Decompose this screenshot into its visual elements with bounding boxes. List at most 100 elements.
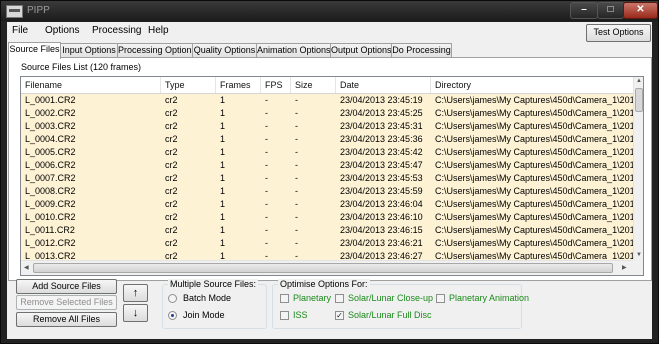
horizontal-scrollbar[interactable]: ◀ ▶ (21, 260, 633, 275)
cell-size: - (295, 225, 298, 235)
solar-lunar-full-disc-label[interactable]: Solar/Lunar Full Disc (348, 310, 432, 320)
close-button[interactable]: ✕ (623, 2, 658, 19)
cell-directory: C:\Users\james\My Captures\450d\Camera_1… (435, 212, 633, 222)
title-bar[interactable]: PIPP – □ ✕ (1, 1, 658, 21)
column-header-directory[interactable]: Directory (431, 77, 633, 93)
cell-filename: L_0007.CR2 (25, 173, 76, 183)
table-row[interactable]: L_0013.CR2 cr2 1 - - 23/04/2013 23:46:27 C:\Us… (21, 250, 633, 260)
optimise-options-group: Optimise Options For: Planetary Solar/Lu… (272, 279, 529, 329)
scroll-left-arrow-icon[interactable]: ◀ (24, 264, 29, 271)
cell-type: cr2 (165, 186, 178, 196)
vertical-scrollbar[interactable]: ▲ ▼ (633, 77, 643, 260)
solar-lunar-close-up-label[interactable]: Solar/Lunar Close-up (348, 293, 433, 303)
join-mode-label[interactable]: Join Mode (183, 310, 225, 320)
cell-date: 23/04/2013 23:45:36 (340, 134, 423, 144)
column-header-type[interactable]: Type (161, 77, 216, 93)
table-row[interactable]: L_0006.CR2 cr2 1 - - 23/04/2013 23:45:47 C:\Us… (21, 159, 633, 172)
add-source-files-button[interactable]: Add Source Files (16, 279, 117, 294)
cell-directory: C:\Users\james\My Captures\450d\Camera_1… (435, 121, 633, 131)
tab-processing-options[interactable]: Processing Options (117, 43, 196, 58)
cell-type: cr2 (165, 160, 178, 170)
solar-lunar-full-disc-checkbox[interactable]: ✓ (335, 311, 344, 320)
minimize-button[interactable]: – (570, 2, 598, 19)
cell-directory: C:\Users\james\My Captures\450d\Camera_1… (435, 238, 633, 248)
cell-directory: C:\Users\james\My Captures\450d\Camera_1… (435, 108, 633, 118)
planetary-checkbox[interactable] (280, 294, 289, 303)
source-files-panel: Source Files List (120 frames) Filename … (8, 57, 652, 281)
menu-options[interactable]: Options (45, 25, 79, 36)
column-header-date[interactable]: Date (336, 77, 431, 93)
iss-label[interactable]: ISS (293, 310, 308, 320)
cell-date: 23/04/2013 23:45:42 (340, 147, 423, 157)
tab-do-processing[interactable]: Do Processing (391, 43, 452, 58)
cell-fps: - (265, 186, 268, 196)
cell-frames: 1 (220, 160, 226, 170)
cell-filename: L_0008.CR2 (25, 186, 76, 196)
cell-type: cr2 (165, 251, 178, 260)
column-header-filename[interactable]: Filename (21, 77, 161, 93)
cell-fps: - (265, 95, 268, 105)
test-options-button[interactable]: Test Options (586, 24, 651, 42)
table-row[interactable]: L_0005.CR2 cr2 1 - - 23/04/2013 23:45:42 C:\Us… (21, 146, 633, 159)
solar-lunar-close-up-checkbox[interactable] (335, 294, 344, 303)
table-row[interactable]: L_0008.CR2 cr2 1 - - 23/04/2013 23:45:59 C:\Us… (21, 185, 633, 198)
cell-frames: 1 (220, 225, 226, 235)
cell-date: 23/04/2013 23:45:31 (340, 121, 423, 131)
column-header-fps[interactable]: FPS (261, 77, 291, 93)
table-row[interactable]: L_0012.CR2 cr2 1 - - 23/04/2013 23:46:21 C:\Us… (21, 237, 633, 250)
cell-type: cr2 (165, 238, 178, 248)
menu-processing[interactable]: Processing (92, 25, 141, 36)
batch-mode-radio[interactable] (168, 294, 177, 303)
column-header-frames[interactable]: Frames (216, 77, 261, 93)
tab-source-files[interactable]: Source Files (8, 42, 61, 59)
cell-fps: - (265, 238, 268, 248)
table-row[interactable]: L_0002.CR2 cr2 1 - - 23/04/2013 23:45:25 C:\Us… (21, 107, 633, 120)
menu-file[interactable]: File (12, 25, 28, 36)
column-header-size[interactable]: Size (291, 77, 336, 93)
table-row[interactable]: L_0004.CR2 cr2 1 - - 23/04/2013 23:45:36 C:\Us… (21, 133, 633, 146)
table-row[interactable]: L_0010.CR2 cr2 1 - - 23/04/2013 23:46:10 C:\Us… (21, 211, 633, 224)
menu-help[interactable]: Help (148, 25, 169, 36)
scroll-up-arrow-icon[interactable]: ▲ (636, 78, 642, 84)
table-row[interactable]: L_0011.CR2 cr2 1 - - 23/04/2013 23:46:15 C:\Us… (21, 224, 633, 237)
planetary-animation-label[interactable]: Planetary Animation (449, 293, 529, 303)
move-up-button[interactable]: ↑ (123, 284, 148, 302)
check-mark-icon: ✓ (336, 311, 343, 320)
cell-size: - (295, 134, 298, 144)
source-files-list[interactable]: Filename Type Frames FPS Size Date Direc… (20, 76, 644, 276)
move-down-button[interactable]: ↓ (123, 304, 148, 322)
table-row[interactable]: L_0001.CR2 cr2 1 - - 23/04/2013 23:45:19 C:\Us… (21, 94, 633, 107)
cell-directory: C:\Users\james\My Captures\450d\Camera_1… (435, 251, 633, 260)
iss-checkbox[interactable] (280, 311, 289, 320)
tab-output-options[interactable]: Output Options (330, 43, 392, 58)
multiple-source-files-group: Multiple Source Files: Batch Mode Join M… (162, 279, 267, 329)
cell-directory: C:\Users\james\My Captures\450d\Camera_1… (435, 199, 633, 209)
remove-selected-files-button[interactable]: Remove Selected Files (16, 295, 117, 310)
vertical-scroll-thumb[interactable] (635, 88, 643, 112)
cell-date: 23/04/2013 23:45:47 (340, 160, 423, 170)
table-row[interactable]: L_0007.CR2 cr2 1 - - 23/04/2013 23:45:53 C:\Us… (21, 172, 633, 185)
cell-frames: 1 (220, 212, 226, 222)
tab-animation-options[interactable]: Animation Options (256, 43, 331, 58)
cell-filename: L_0002.CR2 (25, 108, 76, 118)
batch-mode-label[interactable]: Batch Mode (183, 293, 231, 303)
cell-type: cr2 (165, 121, 178, 131)
table-row[interactable]: L_0003.CR2 cr2 1 - - 23/04/2013 23:45:31 C:\Us… (21, 120, 633, 133)
maximize-button[interactable]: □ (597, 2, 624, 19)
scroll-down-arrow-icon[interactable]: ▼ (636, 252, 642, 258)
tab-strip: Source Files Input Options Processing Op… (7, 42, 652, 59)
remove-all-files-button[interactable]: Remove All Files (16, 312, 117, 327)
horizontal-scroll-thumb[interactable] (33, 263, 613, 273)
tab-quality-options[interactable]: Quality Options (192, 43, 257, 58)
table-row[interactable]: L_0009.CR2 cr2 1 - - 23/04/2013 23:46:04 C:\Us… (21, 198, 633, 211)
client-area: File Options Processing Help Test Option… (7, 22, 652, 339)
app-icon (6, 5, 23, 18)
cell-directory: C:\Users\james\My Captures\450d\Camera_1… (435, 225, 633, 235)
join-mode-radio[interactable] (168, 311, 177, 320)
tab-input-options[interactable]: Input Options (60, 43, 118, 58)
list-header: Filename Type Frames FPS Size Date Direc… (21, 77, 633, 94)
scroll-right-arrow-icon[interactable]: ▶ (622, 264, 627, 271)
planetary-animation-checkbox[interactable] (436, 294, 445, 303)
planetary-label[interactable]: Planetary (293, 293, 331, 303)
list-body: L_0001.CR2 cr2 1 - - 23/04/2013 23:45:19 C:\Us… (21, 94, 633, 260)
